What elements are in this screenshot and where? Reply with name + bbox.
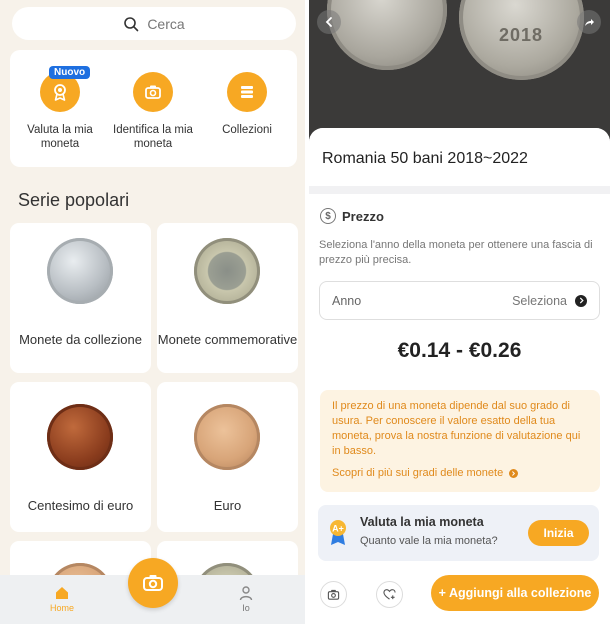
heart-plus-icon bbox=[383, 589, 396, 600]
grades-link[interactable]: Scopri di più sui gradi delle monete bbox=[332, 467, 588, 479]
year-selector[interactable]: Anno Seleziona bbox=[319, 281, 600, 320]
wishlist-button[interactable] bbox=[376, 581, 403, 608]
note-text: Il prezzo di una moneta dipende dal suo … bbox=[332, 400, 581, 457]
price-heading-label: Prezzo bbox=[342, 208, 384, 224]
quick-action-valuta[interactable]: Valuta la mia moneta bbox=[10, 72, 110, 151]
nav-home-label: Home bbox=[49, 603, 74, 613]
price-hint: Seleziona l'anno della moneta per ottene… bbox=[319, 239, 593, 266]
series-card-commemorative[interactable]: Monete commemorative bbox=[157, 223, 298, 373]
price-heading: $ Prezzo bbox=[320, 208, 384, 224]
quick-action-label: Valuta la mia moneta bbox=[27, 124, 93, 150]
coin-image bbox=[194, 238, 260, 304]
back-button[interactable] bbox=[317, 10, 341, 34]
coin-title: Romania 50 bani 2018~2022 bbox=[322, 150, 528, 167]
search-bar[interactable]: Cerca bbox=[12, 7, 296, 40]
stack-icon bbox=[227, 72, 267, 112]
year-select-action[interactable]: Seleziona bbox=[512, 294, 587, 308]
camera-icon bbox=[327, 589, 340, 600]
home-icon bbox=[56, 587, 68, 599]
nav-profile[interactable]: Io bbox=[221, 585, 271, 613]
series-label: Monete commemorative bbox=[157, 332, 298, 347]
valuation-subtitle: Quanto vale la mia moneta? bbox=[360, 535, 498, 547]
camera-icon bbox=[133, 72, 173, 112]
quick-action-identifica[interactable]: Identifica la mia moneta bbox=[103, 72, 203, 151]
series-card-euro[interactable]: Euro bbox=[157, 382, 298, 532]
chevron-left-icon bbox=[325, 17, 332, 27]
share-button[interactable] bbox=[577, 10, 601, 34]
scan-camera-button[interactable] bbox=[128, 558, 178, 608]
add-to-collection-button[interactable]: + Aggiungi alla collezione bbox=[431, 575, 599, 611]
coin-image bbox=[194, 404, 260, 470]
nav-home[interactable]: Home bbox=[37, 585, 87, 613]
medal-icon: A+ bbox=[330, 520, 346, 545]
price-panel: $ Prezzo Seleziona l'anno della moneta p… bbox=[309, 194, 610, 624]
coin-year-engraving: 2018 bbox=[499, 25, 544, 45]
series-label: Monete da collezione bbox=[19, 332, 142, 347]
year-select-text: Seleziona bbox=[512, 293, 567, 308]
coin-reverse-image: 2018 bbox=[459, 0, 584, 80]
quick-action-collezioni[interactable]: Collezioni bbox=[197, 72, 297, 137]
coin-obverse-image bbox=[327, 0, 447, 70]
share-icon bbox=[585, 19, 594, 26]
detail-sheet: Romania 50 bani 2018~2022 $ Prezzo Selez… bbox=[309, 128, 610, 624]
person-icon bbox=[239, 586, 253, 601]
year-field-label: Anno bbox=[332, 293, 362, 308]
coin-image bbox=[47, 238, 113, 304]
search-icon bbox=[124, 16, 139, 31]
quick-action-label: Collezioni bbox=[222, 124, 272, 136]
camera-icon bbox=[143, 575, 163, 591]
photo-button[interactable] bbox=[320, 581, 347, 608]
coin-detail-screen: 2018 Romania 50 bani 2018~2022 $ Prezzo … bbox=[309, 0, 610, 624]
chevron-right-icon bbox=[509, 468, 519, 478]
price-range: €0.14 - €0.26 bbox=[397, 339, 522, 362]
series-label: Centesimo di euro bbox=[27, 498, 134, 513]
dollar-icon: $ bbox=[320, 208, 336, 224]
section-title: Serie popolari bbox=[18, 190, 130, 210]
quick-actions-panel: Nuovo Valuta la mia moneta Identifica la… bbox=[10, 50, 297, 167]
action-bar: + Aggiungi alla collezione bbox=[309, 572, 610, 624]
nav-profile-label: Io bbox=[242, 603, 250, 613]
coin-photo[interactable]: 2018 bbox=[309, 0, 610, 145]
title-band: Romania 50 bani 2018~2022 bbox=[309, 128, 610, 186]
grades-link-text: Scopri di più sui gradi delle monete bbox=[332, 467, 504, 479]
new-badge: Nuovo bbox=[49, 66, 91, 79]
series-card-centesimo[interactable]: Centesimo di euro bbox=[10, 382, 151, 532]
wear-grade-note: Il prezzo di una moneta dipende dal suo … bbox=[320, 390, 600, 492]
series-card-collezione[interactable]: Monete da collezione bbox=[10, 223, 151, 373]
valuation-title: Valuta la mia moneta bbox=[360, 515, 484, 529]
series-label: Euro bbox=[213, 498, 242, 513]
coin-image bbox=[47, 404, 113, 470]
start-valuation-button[interactable]: Inizia bbox=[528, 520, 589, 546]
svg-text:A+: A+ bbox=[332, 524, 344, 534]
chevron-right-icon bbox=[575, 294, 587, 307]
home-screen: Cerca Nuovo Valuta la mia moneta Identif… bbox=[0, 0, 305, 624]
quick-action-label: Identifica la mia moneta bbox=[113, 124, 193, 150]
search-placeholder: Cerca bbox=[147, 15, 185, 32]
valuation-card: A+ Valuta la mia moneta Quanto vale la m… bbox=[318, 505, 599, 561]
